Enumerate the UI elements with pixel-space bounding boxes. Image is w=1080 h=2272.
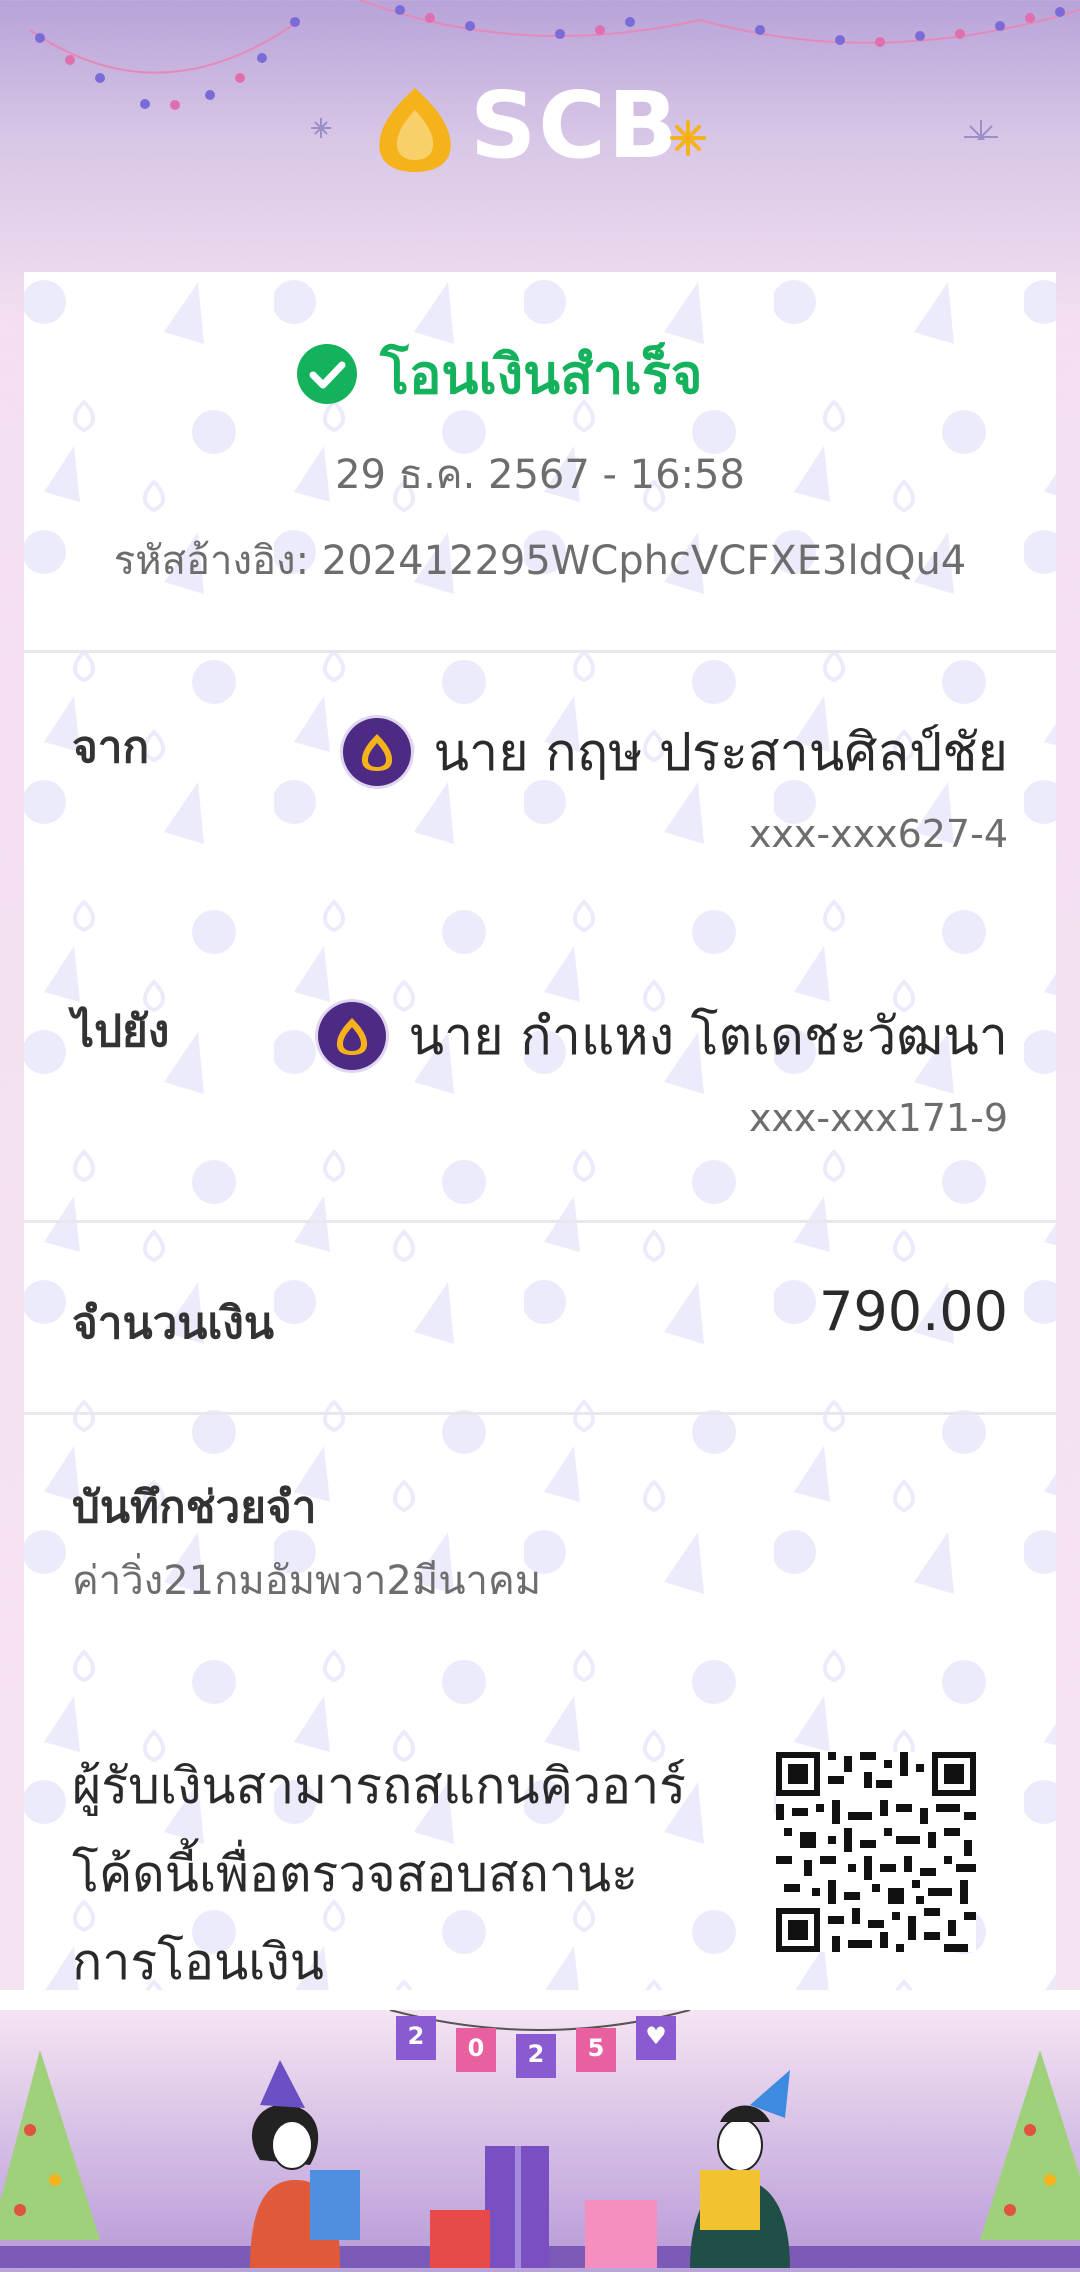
divider <box>24 1220 1056 1223</box>
check-circle-icon <box>297 344 357 404</box>
to-account: xxx-xxx171-9 <box>748 1096 1008 1140</box>
scb-bank-icon <box>318 1001 387 1070</box>
divider <box>24 650 1056 653</box>
to-name-row: นาย กำแหง โตเดชะวัฒนา <box>318 994 1008 1077</box>
from-label: จาก <box>72 722 150 773</box>
status-text: โอนเงินสำเร็จ <box>380 343 703 406</box>
scb-logo: SCB <box>0 70 1080 180</box>
receipt-card: โอนเงินสำเร็จ 29 ธ.ค. 2567 - 16:58 รหัสอ… <box>24 272 1056 2012</box>
memo-value: ค่าวิ่ง21กมอัมพวา2มีนาคม <box>72 1558 542 1604</box>
reference-label: รหัสอ้างอิง: <box>113 538 310 584</box>
amount-label: จำนวนเงิน <box>72 1298 274 1349</box>
transfer-status: โอนเงินสำเร็จ <box>296 334 702 414</box>
from-name: นาย กฤษ ประสานศิลป์ชัย <box>433 723 1008 783</box>
from-name-row: นาย กฤษ ประสานศิลป์ชัย <box>343 710 1008 793</box>
reference-value: 202412295WCphcVCFXE3ldQu4 <box>321 538 967 584</box>
logo-text: SCB <box>470 72 680 179</box>
people-gifts-illustration <box>250 2060 790 2268</box>
to-name: นาย กำแหง โตเดชะวัฒนา <box>408 1007 1008 1067</box>
reference-line: รหัสอ้างอิง: 202412295WCphcVCFXE3ldQu4 <box>24 528 1056 592</box>
qr-code <box>776 1752 976 1952</box>
qr-instruction: ผู้รับเงินสามารถสแกนคิวอาร์โค้ดนี้เพื่อต… <box>72 1757 687 1991</box>
from-account: xxx-xxx627-4 <box>748 812 1008 856</box>
sparkle-icon <box>670 120 706 156</box>
divider <box>24 1412 1056 1415</box>
scb-bank-icon <box>343 717 412 786</box>
transaction-datetime: 29 ธ.ค. 2567 - 16:58 <box>335 452 745 498</box>
footer-illustration: 2 0 2 5 ♥ <box>0 2009 1080 2268</box>
memo-label: บันทึกช่วยจำ <box>72 1482 317 1533</box>
scb-logo-icon <box>379 88 451 172</box>
amount-value: 790.00 <box>819 1280 1008 1343</box>
to-label: ไปยัง <box>72 1006 170 1057</box>
